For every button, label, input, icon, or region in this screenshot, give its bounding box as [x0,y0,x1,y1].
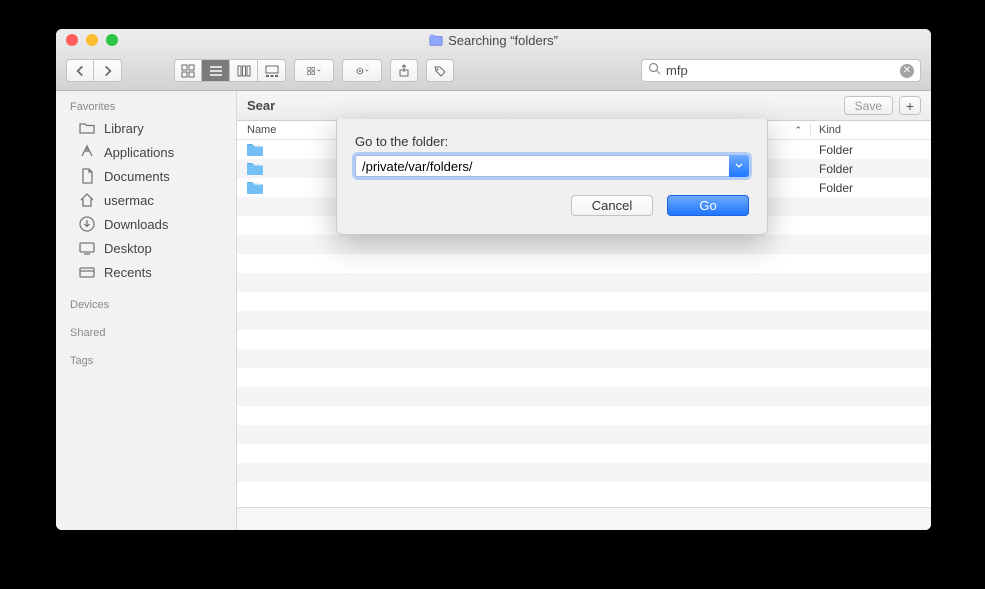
view-column-button[interactable] [230,59,258,82]
back-button[interactable] [66,59,94,82]
go-button[interactable]: Go [667,195,749,216]
sidebar-header-shared: Shared [56,322,236,342]
tag-button[interactable] [426,59,454,82]
sidebar-header-devices: Devices [56,294,236,314]
column-kind-header[interactable]: Kind [811,124,931,136]
window-title: Searching “folders” [56,33,931,48]
table-row [237,311,931,330]
table-row [237,387,931,406]
share-group [390,59,418,82]
sidebar-item-label: Applications [104,145,174,160]
view-gallery-button[interactable] [258,59,286,82]
sidebar-item-library[interactable]: Library [56,116,236,140]
table-row [237,273,931,292]
toolbar: ✕ [56,51,931,91]
sidebar-item-label: Downloads [104,217,168,232]
table-row [237,254,931,273]
home-icon [78,191,96,209]
sidebar-item-usermac[interactable]: usermac [56,188,236,212]
save-search-button[interactable]: Save [844,96,893,115]
applications-icon [78,143,96,161]
table-row [237,368,931,387]
cancel-button[interactable]: Cancel [571,195,653,216]
folder-icon [247,143,263,156]
sidebar-item-label: Documents [104,169,170,184]
folder-icon [78,119,96,137]
share-button[interactable] [390,59,418,82]
nav-group [66,59,122,82]
desktop-icon [78,239,96,257]
clear-search-button[interactable]: ✕ [900,64,914,78]
arrange-group [294,59,334,82]
titlebar: Searching “folders” [56,29,931,51]
sidebar-header-tags: Tags [56,350,236,370]
view-list-button[interactable] [202,59,230,82]
zoom-button[interactable] [106,34,118,46]
path-input[interactable] [355,155,729,177]
tag-group [426,59,454,82]
sidebar: Favorites Library Applications Documents… [56,91,237,530]
add-criteria-button[interactable]: + [899,96,921,115]
search-input[interactable] [666,63,895,78]
path-bar [237,507,931,530]
table-row [237,463,931,482]
go-to-folder-sheet: Go to the folder: Cancel Go [336,119,768,235]
sidebar-item-recents[interactable]: Recents [56,260,236,284]
sidebar-item-label: Desktop [104,241,152,256]
arrange-button[interactable] [294,59,334,82]
table-row [237,330,931,349]
scope-prefix: Sear [247,98,275,113]
table-row [237,235,931,254]
recents-icon [78,263,96,281]
sheet-buttons: Cancel Go [355,195,749,216]
search-folder-icon [429,33,443,47]
folder-icon [247,162,263,175]
forward-button[interactable] [94,59,122,82]
minimize-button[interactable] [86,34,98,46]
sidebar-item-applications[interactable]: Applications [56,140,236,164]
table-row [237,482,931,501]
folder-icon [247,181,263,194]
search-icon [648,62,661,80]
path-combo [355,155,749,177]
sidebar-item-label: usermac [104,193,154,208]
scope-bar: Sear Save + [237,91,931,121]
table-row [237,406,931,425]
finder-window: Searching “folders” [56,29,931,530]
table-row [237,425,931,444]
chevron-down-icon [735,161,743,171]
sidebar-header-favorites: Favorites [56,96,236,116]
sidebar-item-downloads[interactable]: Downloads [56,212,236,236]
sidebar-item-label: Library [104,121,144,136]
action-button[interactable] [342,59,382,82]
view-icon-button[interactable] [174,59,202,82]
table-row [237,444,931,463]
dropdown-button[interactable] [729,155,749,177]
sheet-label: Go to the folder: [355,134,749,149]
sidebar-item-documents[interactable]: Documents [56,164,236,188]
action-group [342,59,382,82]
window-title-text: Searching “folders” [448,33,558,48]
table-row [237,349,931,368]
sidebar-item-desktop[interactable]: Desktop [56,236,236,260]
documents-icon [78,167,96,185]
search-field[interactable]: ✕ [641,59,921,82]
sort-indicator-icon: ⌃ [794,125,802,136]
view-group [174,59,286,82]
traffic-lights [56,34,118,46]
downloads-icon [78,215,96,233]
sidebar-item-label: Recents [104,265,152,280]
table-row [237,292,931,311]
close-button[interactable] [66,34,78,46]
